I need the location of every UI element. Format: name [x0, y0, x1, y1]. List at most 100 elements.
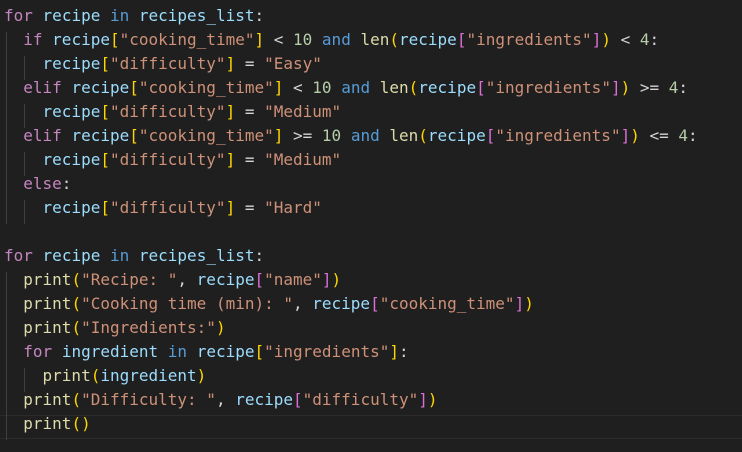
- token-whitespace: [33, 6, 43, 25]
- token-bracket: ]: [254, 30, 265, 49]
- token-keyword: for: [4, 6, 33, 25]
- token-whitespace: [43, 30, 53, 49]
- token-whitespace: [332, 78, 342, 97]
- token-keyword: elif: [23, 126, 62, 145]
- token-whitespace: [52, 342, 62, 361]
- token-operator: <=: [639, 126, 679, 145]
- code-line[interactable]: print("Ingredients:"): [4, 316, 225, 340]
- code-line[interactable]: for recipe in recipes_list:: [4, 4, 264, 28]
- code-line[interactable]: print(ingredient): [4, 364, 207, 388]
- code-line[interactable]: recipe["difficulty"] = "Hard": [4, 196, 322, 220]
- token-bracket: (: [71, 294, 82, 313]
- token-bracket: ]: [225, 54, 236, 73]
- code-line[interactable]: recipe["difficulty"] = "Medium": [4, 148, 342, 172]
- code-line[interactable]: elif recipe["cooking_time"] < 10 and len…: [4, 76, 688, 100]
- token-bracket: (: [71, 318, 82, 337]
- token-whitespace: [4, 150, 43, 169]
- token-function-name: print: [23, 318, 72, 337]
- token-operator: ,: [177, 270, 197, 289]
- token-string-literal: "difficulty": [109, 102, 226, 121]
- token-identifier: ingredient: [100, 366, 197, 385]
- code-line[interactable]: for ingredient in recipe["ingredients"]:: [4, 340, 408, 364]
- token-function-name: print: [23, 414, 72, 433]
- token-identifier: recipes_list: [138, 246, 255, 265]
- token-function-name: len: [379, 78, 409, 97]
- token-bracket: [: [293, 390, 303, 409]
- token-bracket: ]: [225, 150, 236, 169]
- token-bracket: ]: [514, 294, 525, 313]
- token-bracket: [: [456, 30, 467, 49]
- token-identifier: ingredient: [61, 342, 159, 361]
- token-bracket: ): [196, 366, 207, 385]
- token-bracket: [: [129, 126, 139, 145]
- code-line[interactable]: print("Difficulty: ", recipe["difficulty…: [4, 388, 437, 412]
- token-string-literal: "Cooking time (min): ": [81, 294, 293, 313]
- token-function-name: print: [23, 270, 72, 289]
- token-string-literal: "difficulty": [109, 150, 226, 169]
- token-keyword: and: [321, 30, 351, 49]
- token-whitespace: [4, 126, 23, 145]
- token-whitespace: [380, 126, 390, 145]
- token-function-name: len: [389, 126, 419, 145]
- token-string-literal: "difficulty": [302, 390, 419, 409]
- code-line[interactable]: recipe["difficulty"] = "Medium": [4, 100, 342, 124]
- token-bracket: (): [71, 414, 91, 433]
- token-number-literal: 10: [293, 30, 313, 49]
- token-whitespace: [4, 390, 23, 409]
- token-string-literal: "Hard": [264, 198, 322, 217]
- code-line[interactable]: for recipe in recipes_list:: [4, 244, 264, 268]
- token-bracket: ]: [620, 126, 631, 145]
- current-line-highlight: [0, 415, 742, 439]
- token-whitespace: [4, 78, 23, 97]
- token-bracket: ): [601, 30, 611, 49]
- token-identifier: recipe: [196, 270, 255, 289]
- token-string-literal: "Medium": [264, 102, 342, 121]
- token-bracket: ]: [321, 270, 332, 289]
- token-operator: <: [283, 78, 313, 97]
- token-string-literal: "ingredients": [485, 78, 611, 97]
- token-operator: :: [688, 126, 698, 145]
- token-string-literal: "cooking_time": [119, 30, 255, 49]
- token-whitespace: [33, 246, 43, 265]
- code-line[interactable]: if recipe["cooking_time"] < 10 and len(r…: [4, 28, 659, 52]
- token-bracket: ]: [273, 126, 284, 145]
- token-whitespace: [4, 102, 43, 121]
- token-bracket: (: [408, 78, 419, 97]
- token-function-name: len: [360, 30, 390, 49]
- token-identifier: recipe: [427, 126, 486, 145]
- token-string-literal: "ingredients": [495, 126, 621, 145]
- token-identifier: recipe: [42, 198, 101, 217]
- code-editor[interactable]: for recipe in recipes_list: if recipe["c…: [0, 0, 742, 452]
- token-string-literal: "Easy": [264, 54, 322, 73]
- token-whitespace: [4, 342, 23, 361]
- token-keyword: in: [109, 246, 130, 265]
- code-line[interactable]: else:: [4, 172, 71, 196]
- code-line[interactable]: elif recipe["cooking_time"] >= 10 and le…: [4, 124, 698, 148]
- token-whitespace: [370, 78, 380, 97]
- token-number-literal: 10: [312, 78, 332, 97]
- code-line[interactable]: print("Cooking time (min): ", recipe["co…: [4, 292, 534, 316]
- token-bracket: ): [620, 78, 631, 97]
- token-operator: ,: [215, 390, 236, 409]
- token-bracket: (: [90, 366, 101, 385]
- token-string-literal: "ingredients": [264, 342, 390, 361]
- token-operator: =: [235, 102, 265, 121]
- code-line[interactable]: print("Recipe: ", recipe["name"]): [4, 268, 341, 292]
- token-identifier: recipe: [42, 102, 101, 121]
- token-operator: :: [678, 78, 689, 97]
- token-keyword: and: [341, 78, 371, 97]
- token-keyword: and: [350, 126, 380, 145]
- token-bracket: [: [100, 102, 110, 121]
- token-identifier: recipe: [42, 6, 101, 25]
- code-line[interactable]: print(): [4, 412, 91, 436]
- token-string-literal: "cooking_time": [379, 294, 515, 313]
- token-whitespace: [187, 342, 197, 361]
- token-operator: >=: [630, 78, 669, 97]
- code-line[interactable]: recipe["difficulty"] = "Easy": [4, 52, 322, 76]
- token-bracket: [: [100, 198, 110, 217]
- token-operator: =: [235, 150, 265, 169]
- token-number-literal: 4: [668, 78, 679, 97]
- token-bracket: ]: [591, 30, 602, 49]
- token-bracket: ]: [389, 342, 399, 361]
- token-whitespace: [4, 318, 23, 337]
